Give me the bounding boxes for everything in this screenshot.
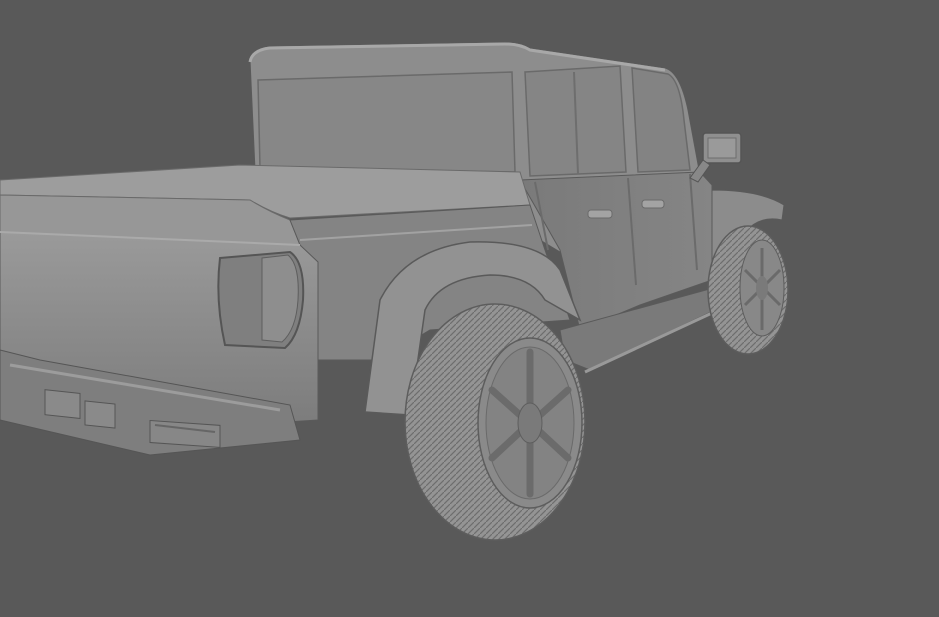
rear-wheel-assembly <box>404 303 586 541</box>
3d-viewport <box>0 0 939 617</box>
rear-window <box>257 71 516 173</box>
door-handle-front <box>641 199 665 209</box>
side-window-front <box>631 67 691 173</box>
side-mirror <box>689 132 742 183</box>
front-wheel-assembly <box>707 189 789 355</box>
pickup-truck-render <box>0 41 789 541</box>
door-handle-rear <box>587 209 613 219</box>
